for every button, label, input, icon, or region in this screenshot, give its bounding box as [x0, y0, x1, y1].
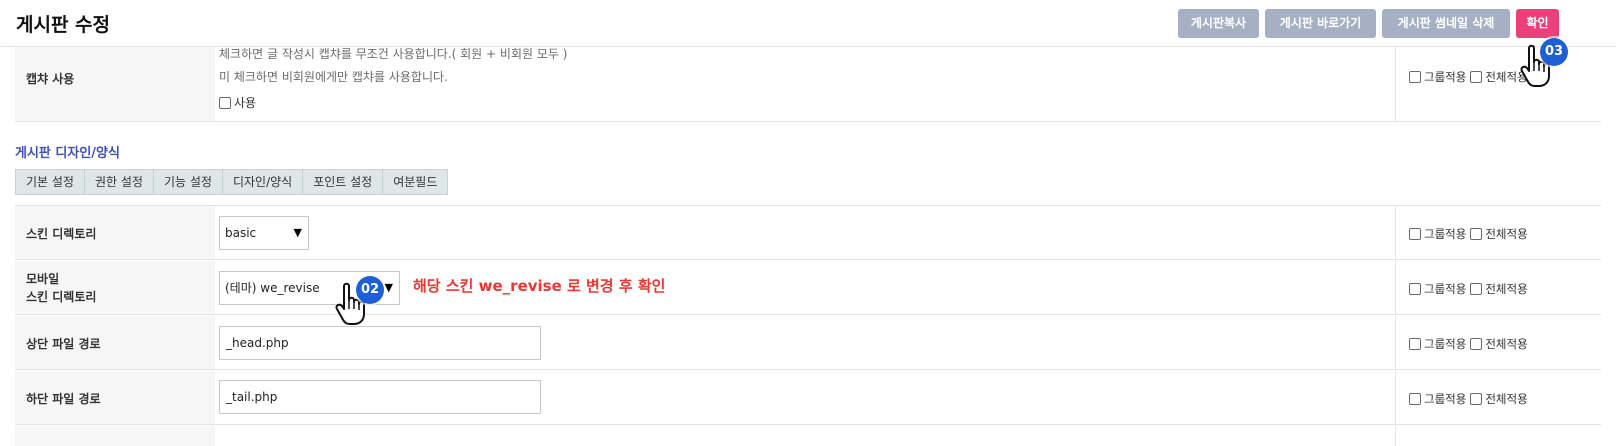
tail-file-input[interactable]: _tail.php: [219, 380, 541, 414]
all-apply-checkbox[interactable]: [1470, 393, 1483, 405]
head-file-label-cell: 상단 파일 경로: [15, 316, 215, 369]
group-apply-label: 그룹적용: [1424, 227, 1467, 241]
confirm-button[interactable]: 확인: [1516, 9, 1559, 38]
mobile-skin-dir-options: 그룹적용 전체적용: [1395, 261, 1601, 314]
section-title: 게시판 디자인/양식: [15, 146, 120, 161]
all-apply-label: 전체적용: [1485, 227, 1528, 241]
group-apply-label: 그룹적용: [1424, 337, 1467, 351]
group-apply-label: 그룹적용: [1424, 392, 1467, 406]
group-apply-checkbox[interactable]: [1409, 228, 1421, 240]
captcha-use-label: 사용: [234, 96, 257, 110]
group-apply-label: 그룹적용: [1424, 282, 1467, 296]
all-apply-label: 전체적용: [1485, 337, 1528, 351]
skin-dir-select[interactable]: basic ▼: [219, 216, 309, 250]
tail-file-label-cell: 하단 파일 경로: [15, 371, 215, 424]
tab-function-settings[interactable]: 기능 설정: [154, 170, 223, 194]
tail-file-label: 하단 파일 경로: [26, 392, 101, 406]
all-apply-checkbox[interactable]: [1470, 71, 1483, 83]
head-file-options: 그룹적용 전체적용: [1395, 316, 1601, 369]
all-apply-label: 전체적용: [1485, 392, 1528, 406]
all-apply-checkbox[interactable]: [1470, 228, 1483, 240]
captcha-help-line2: 미 체크하면 비회원에게만 캡챠를 사용합니다.: [219, 70, 448, 84]
chevron-down-icon: ▼: [384, 281, 393, 294]
mobile-skin-dir-label-line2: 스킨 디렉토리: [26, 290, 97, 304]
group-apply-checkbox[interactable]: [1409, 283, 1421, 295]
captcha-help-line1: 체크하면 글 작성시 캡챠를 무조건 사용합니다.( 회원 + 비회원 모두 ): [219, 47, 568, 61]
skin-dir-options: 그룹적용 전체적용: [1395, 206, 1601, 259]
next-row-label-cell: [15, 426, 215, 446]
captcha-label: 캡챠 사용: [26, 72, 75, 86]
head-file-input[interactable]: _head.php: [219, 326, 541, 360]
mobile-skin-dir-label-line1: 모바일: [26, 272, 60, 286]
tab-basic-settings[interactable]: 기본 설정: [16, 170, 85, 194]
tab-design-form[interactable]: 디자인/양식: [223, 170, 304, 194]
annotation-text: 해당 스킨 we_revise 로 변경 후 확인: [413, 277, 666, 295]
group-apply-checkbox[interactable]: [1409, 71, 1421, 83]
step-02-badge: 02: [356, 276, 384, 304]
group-apply-checkbox[interactable]: [1409, 338, 1421, 350]
skin-dir-selected: basic: [225, 226, 257, 240]
captcha-use-checkbox[interactable]: [219, 96, 231, 109]
page-header: 게시판 수정 게시판복사 게시판 바로가기 게시판 썸네일 삭제 확인: [0, 0, 1616, 47]
all-apply-checkbox[interactable]: [1470, 338, 1483, 350]
step-03-badge: 03: [1540, 38, 1568, 66]
delete-thumbnail-button[interactable]: 게시판 썸네일 삭제: [1382, 9, 1510, 38]
captcha-use-option: 사용: [219, 94, 256, 111]
skin-dir-label-cell: 스킨 디렉토리: [15, 206, 215, 259]
next-row-partial: [15, 426, 1601, 446]
tab-point-settings[interactable]: 포인트 설정: [303, 170, 384, 194]
goto-board-button[interactable]: 게시판 바로가기: [1265, 9, 1376, 38]
section-tabs: 기본 설정 권한 설정 기능 설정 디자인/양식 포인트 설정 여분필드: [15, 169, 449, 195]
page-title: 게시판 수정: [16, 14, 111, 36]
copy-board-button[interactable]: 게시판복사: [1178, 9, 1259, 38]
tab-extra-fields[interactable]: 여분필드: [383, 170, 447, 194]
mobile-skin-dir-label-cell: 모바일 스킨 디렉토리: [15, 261, 215, 314]
mobile-skin-dir-selected: (테마) we_revise: [225, 281, 320, 295]
skin-dir-label: 스킨 디렉토리: [26, 227, 97, 241]
tail-file-options: 그룹적용 전체적용: [1395, 371, 1601, 424]
all-apply-label: 전체적용: [1485, 282, 1528, 296]
group-apply-label: 그룹적용: [1424, 70, 1467, 84]
tab-permission-settings[interactable]: 권한 설정: [85, 170, 154, 194]
head-file-label: 상단 파일 경로: [26, 337, 101, 351]
group-apply-checkbox[interactable]: [1409, 393, 1421, 405]
chevron-down-icon: ▼: [293, 226, 302, 239]
next-row-options: [1395, 426, 1601, 446]
all-apply-checkbox[interactable]: [1470, 283, 1483, 295]
